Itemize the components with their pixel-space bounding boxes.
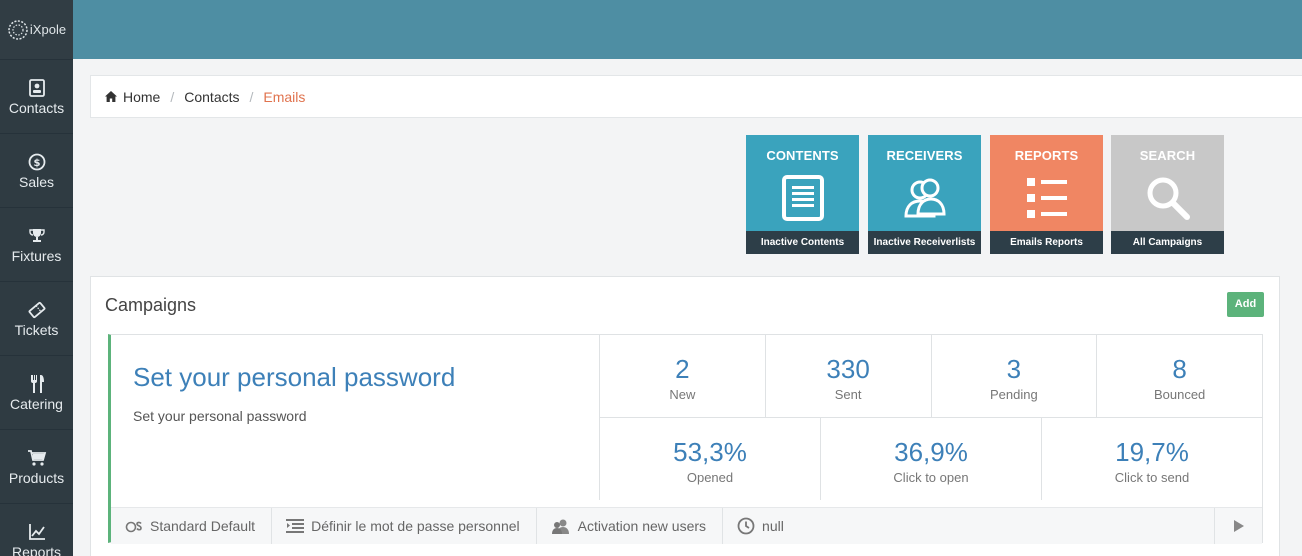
stats-rates: 53,3% Opened 36,9% Click to open 19,7% C… [600,418,1262,500]
stat-click-to-send: 19,7% Click to send [1042,418,1262,500]
breadcrumb: Home / Contacts / Emails [90,75,1302,118]
logo-globe-icon [8,19,28,40]
sidebar-item-label: Sales [18,173,55,190]
footer-content-label: Définir le mot de passe personnel [311,518,520,534]
tile-title: SEARCH [1139,148,1196,163]
tile-footer: Emails Reports [990,231,1103,254]
users-icon [551,518,571,534]
footer-receivers[interactable]: Activation new users [537,508,724,544]
tile-footer: Inactive Receiverlists [868,231,981,254]
users-icon [868,173,981,223]
campaign-subtitle: Set your personal password [133,408,307,424]
campaign-footer: Standard Default Définir le mot de passe… [111,507,1262,544]
stat-opened: 53,3% Opened [600,418,821,500]
stat-new: 2 New [600,335,766,417]
play-button[interactable] [1214,508,1262,544]
footer-template[interactable]: Standard Default [111,508,273,544]
stat-label: Click to open [893,470,969,485]
svg-text:$: $ [33,158,40,169]
footer-content[interactable]: Définir le mot de passe personnel [272,508,537,544]
play-icon [1233,520,1244,532]
tile-receivers[interactable]: RECEIVERS Inactive Receiverlists [868,135,981,254]
add-button[interactable]: Add [1227,292,1264,317]
breadcrumb-home[interactable]: Home [123,89,160,105]
stat-pending: 3 Pending [932,335,1098,417]
trophy-icon [27,226,47,246]
contacts-icon [27,78,47,98]
tile-title: CONTENTS [766,148,839,163]
sidebar-item-catering[interactable]: Catering [0,356,73,430]
stat-label: New [669,387,696,402]
stat-value: 53,3% [673,437,747,467]
campaign-info: Set your personal password Set your pers… [111,335,600,500]
stat-label: Sent [834,387,862,402]
top-bar [73,0,1302,59]
stat-label: Pending [990,387,1038,402]
sidebar-item-label: Contacts [8,99,65,116]
stats-counts: 2 New 330 Sent 3 Pending 8 Bounced [600,335,1262,418]
cutlery-icon [27,374,47,394]
sidebar-item-label: Reports [11,543,62,556]
sidebar-item-reports[interactable]: Reports [0,504,73,556]
tile-title: REPORTS [1014,148,1079,163]
list-icon [990,173,1103,223]
stat-label: Opened [686,470,734,485]
stat-label: Click to send [1114,470,1190,485]
stat-value: 330 [826,354,870,384]
stat-value: 2 [675,354,690,384]
dollar-icon: $ [27,152,47,172]
document-icon [746,173,859,223]
template-icon [125,519,143,533]
tile-contents[interactable]: CONTENTS Inactive Contents [746,135,859,254]
indent-list-icon [286,518,305,534]
campaign-card: Set your personal password Set your pers… [108,334,1263,544]
sidebar-item-contacts[interactable]: Contacts [0,60,73,134]
breadcrumb-contacts[interactable]: Contacts [184,89,239,105]
sidebar-item-tickets[interactable]: Tickets [0,282,73,356]
sidebar: iXpole Contacts $ Sales Fixtures Tickets… [0,0,73,556]
campaigns-panel: Campaigns Add Set your personal password… [90,276,1280,556]
tile-footer: Inactive Contents [746,231,859,254]
logo-text: iXpole [29,22,67,37]
sidebar-item-fixtures[interactable]: Fixtures [0,208,73,282]
panel-title: Campaigns [105,295,197,315]
stat-bounced: 8 Bounced [1097,335,1262,417]
breadcrumb-separator: / [249,88,254,105]
search-icon [1111,173,1224,223]
footer-schedule[interactable]: null [723,508,800,544]
home-icon[interactable] [105,91,117,102]
footer-template-label: Standard Default [150,518,256,534]
breadcrumb-current: Emails [263,88,306,105]
chart-icon [27,522,47,542]
sidebar-item-products[interactable]: Products [0,430,73,504]
stat-sent: 330 Sent [766,335,932,417]
sidebar-item-label: Tickets [14,321,59,338]
tile-search[interactable]: SEARCH All Campaigns [1111,135,1224,254]
clock-icon [737,517,755,535]
tile-footer: All Campaigns [1111,231,1224,254]
sidebar-item-label: Products [8,469,65,486]
footer-receivers-label: Activation new users [577,518,707,534]
breadcrumb-separator: / [170,88,175,105]
campaign-title[interactable]: Set your personal password [133,362,455,393]
tile-reports[interactable]: REPORTS Emails Reports [990,135,1103,254]
sidebar-item-label: Fixtures [11,247,62,264]
ticket-icon [27,300,47,320]
sidebar-item-sales[interactable]: $ Sales [0,134,73,208]
stat-value: 3 [1006,354,1022,384]
stat-label: Bounced [1153,387,1206,402]
sidebar-item-label: Catering [10,395,63,412]
app-logo[interactable]: iXpole [0,0,73,60]
stat-value: 8 [1172,354,1187,384]
stat-value: 36,9% [894,437,968,467]
stat-value: 19,7% [1115,437,1189,467]
stat-click-to-open: 36,9% Click to open [821,418,1042,500]
footer-schedule-label: null [762,518,784,534]
tile-title: RECEIVERS [886,148,963,163]
cart-icon [27,448,47,468]
